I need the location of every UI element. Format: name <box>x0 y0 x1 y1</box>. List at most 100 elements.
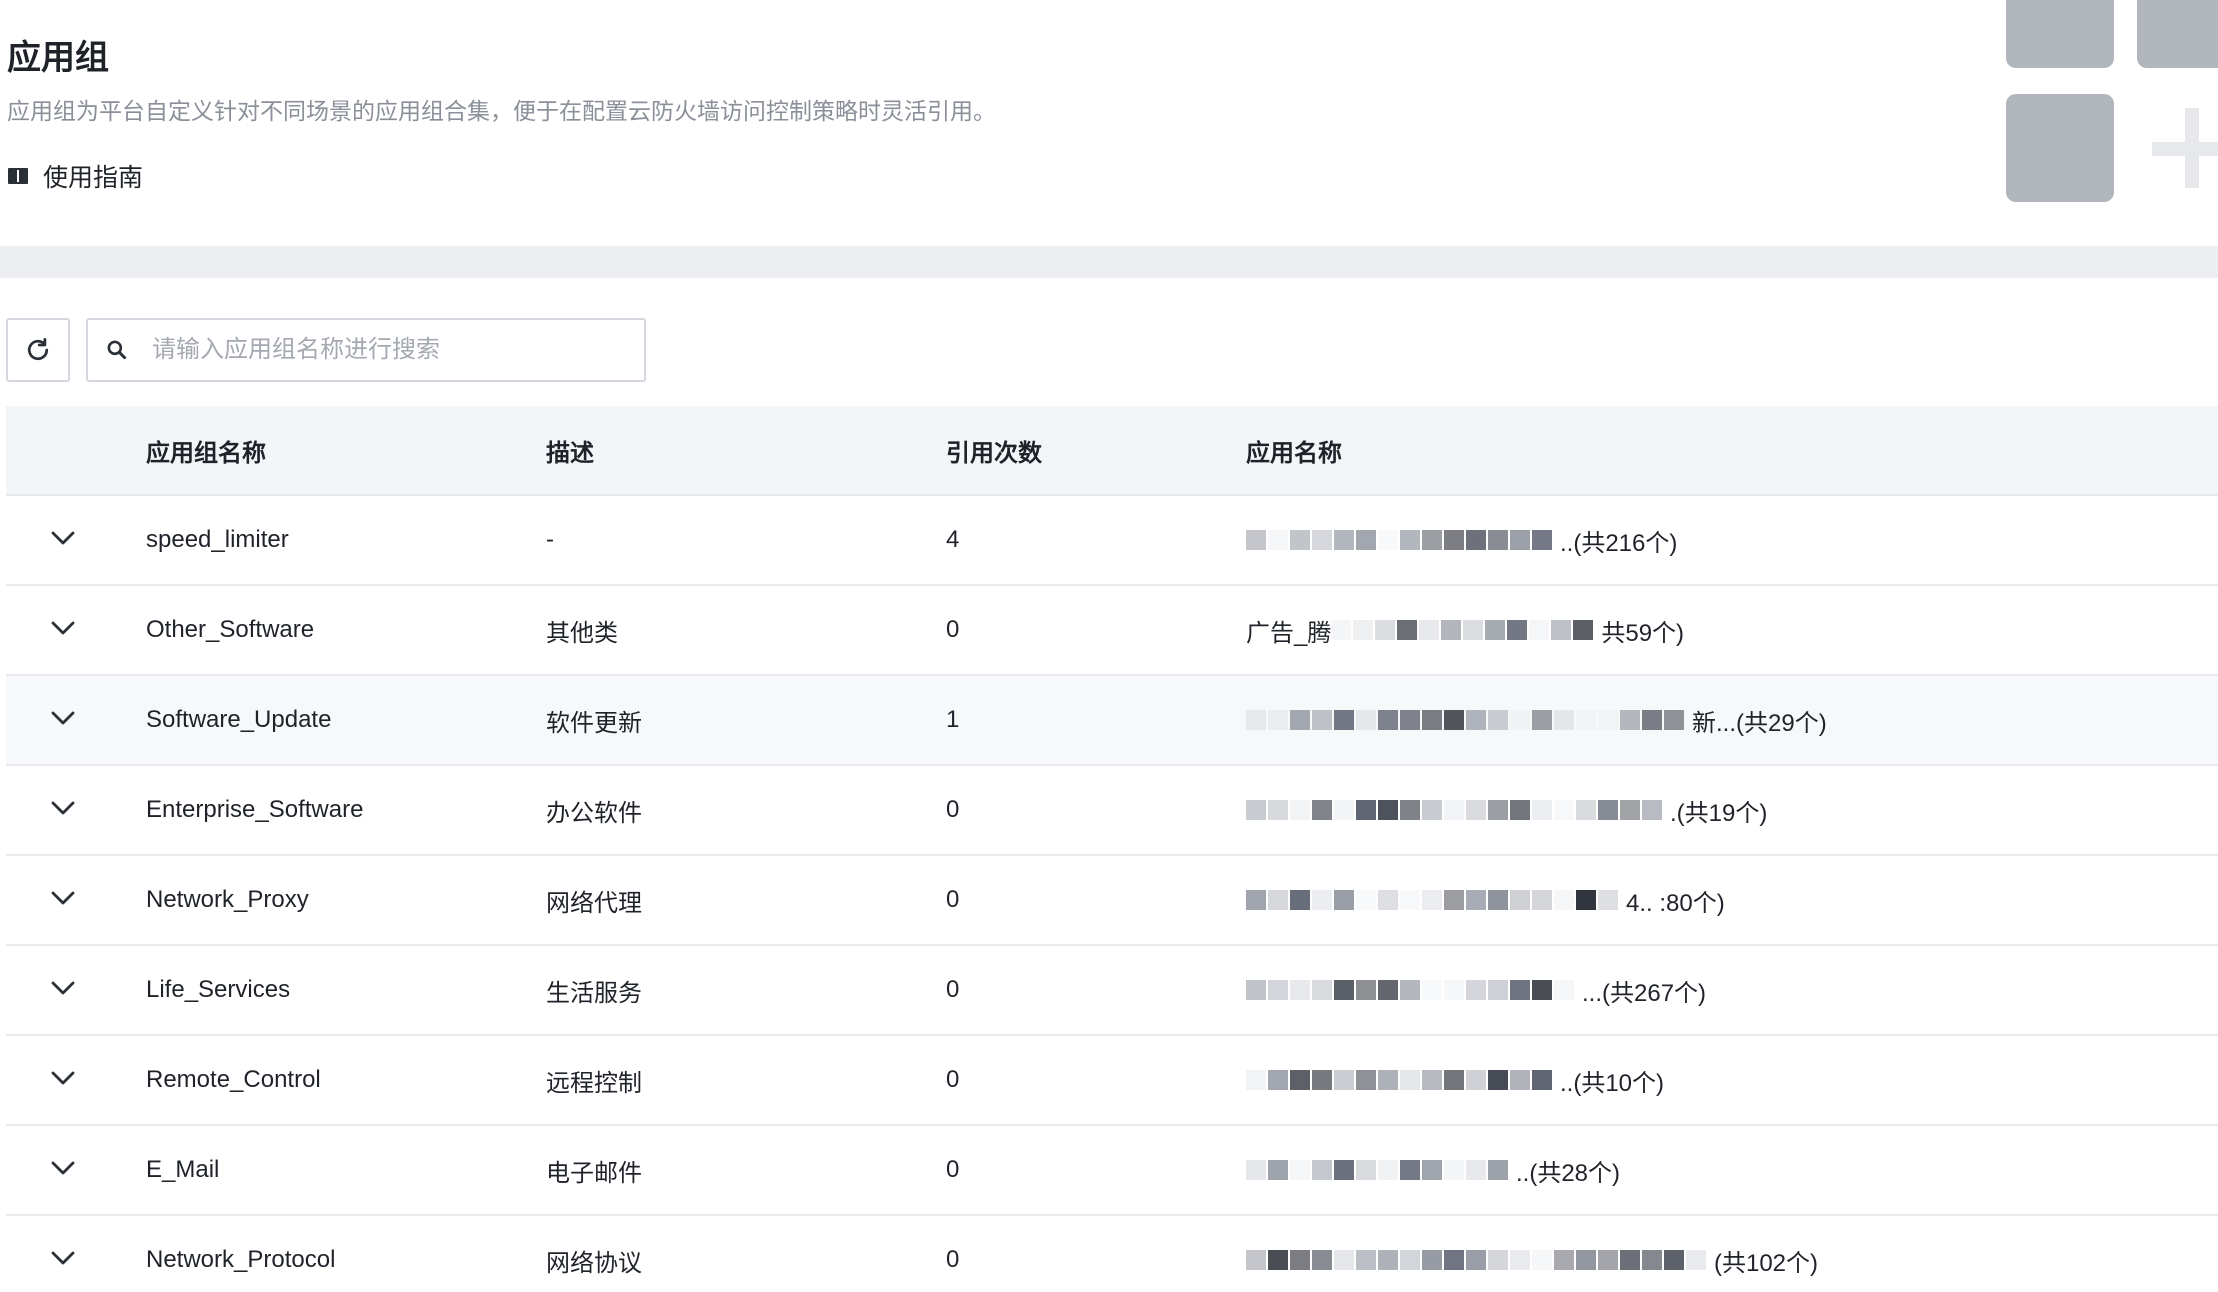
redacted-app-list <box>1246 527 1554 553</box>
expand-cell <box>6 1070 146 1091</box>
app-names-cell: .(共19个) <box>1246 793 2218 828</box>
expand-cell <box>6 530 146 551</box>
redaction-block <box>1419 620 1440 640</box>
redaction-block <box>1510 800 1530 820</box>
redaction-block <box>1488 890 1508 910</box>
redaction-block <box>1400 800 1420 820</box>
reference-count-cell: 4 <box>946 526 960 553</box>
redaction-block <box>1312 530 1332 550</box>
table-row[interactable]: Network_Proxy 网络代理 0 4.. :80个) <box>6 856 2218 946</box>
expand-cell <box>6 710 146 731</box>
column-header-reference-count[interactable]: 引用次数 <box>946 433 1246 468</box>
reference-count-cell: 0 <box>946 1066 960 1093</box>
redaction-block <box>1378 530 1398 550</box>
redaction-block <box>1510 1070 1530 1090</box>
redaction-block <box>1290 1250 1310 1270</box>
description-cell: - <box>546 526 554 553</box>
redaction-block <box>1576 1250 1596 1270</box>
table-row[interactable]: speed_limiter - 4 ..(共216个) <box>6 496 2218 586</box>
redaction-block <box>1312 1070 1332 1090</box>
redaction-block <box>1356 890 1376 910</box>
redaction-block <box>1334 710 1354 730</box>
reference-count-cell: 0 <box>946 1156 960 1183</box>
description-cell: 生活服务 <box>546 979 642 1007</box>
redaction-block <box>1529 620 1550 640</box>
table-header: 应用组名称 描述 引用次数 应用名称 <box>6 406 2218 496</box>
redaction-block <box>1268 800 1288 820</box>
redaction-block <box>1268 890 1288 910</box>
redaction-block <box>1664 1250 1684 1270</box>
redaction-block <box>1488 980 1508 1000</box>
expand-cell <box>6 1250 146 1271</box>
redaction-block <box>1510 710 1530 730</box>
redaction-block <box>1400 1160 1420 1180</box>
group-name-cell: E_Mail <box>146 1156 220 1183</box>
column-header-name[interactable]: 应用组名称 <box>146 433 546 468</box>
redaction-block <box>1422 1070 1442 1090</box>
refresh-button[interactable] <box>6 318 70 382</box>
redaction-block <box>1488 530 1508 550</box>
reference-count-cell: 0 <box>946 976 960 1003</box>
redaction-block <box>1356 530 1376 550</box>
group-name-cell: Enterprise_Software <box>146 796 364 823</box>
redaction-block <box>1356 1070 1376 1090</box>
group-name-cell: Other_Software <box>146 616 315 643</box>
chevron-down-icon[interactable] <box>50 1070 76 1086</box>
app-count: ..(共28个) <box>1516 1159 1621 1187</box>
table-row[interactable]: Life_Services 生活服务 0 ...(共267个) <box>6 946 2218 1036</box>
redaction-block <box>1290 1160 1310 1180</box>
chevron-down-icon[interactable] <box>50 710 76 726</box>
redaction-block <box>1463 620 1484 640</box>
app-count: 新...(共29个) <box>1692 709 1827 737</box>
redaction-block <box>1576 710 1596 730</box>
redaction-block <box>1485 620 1506 640</box>
search-icon <box>107 340 127 360</box>
redaction-block <box>1444 1160 1464 1180</box>
table-row[interactable]: Remote_Control 远程控制 0 ..(共10个) <box>6 1036 2218 1126</box>
description-cell: 网络代理 <box>546 889 642 917</box>
redaction-block <box>1400 1250 1420 1270</box>
header-decoration <box>2000 0 2218 210</box>
redaction-block <box>1375 620 1396 640</box>
search-box[interactable] <box>86 318 646 382</box>
app-count: ..(共216个) <box>1560 529 1678 557</box>
redaction-block <box>1422 1160 1442 1180</box>
app-count: ..(共10个) <box>1560 1069 1665 1097</box>
redaction-block <box>1554 1250 1574 1270</box>
redaction-block <box>1620 1250 1640 1270</box>
redaction-block <box>1620 800 1640 820</box>
chevron-down-icon[interactable] <box>50 620 76 636</box>
redaction-block <box>1378 890 1398 910</box>
chevron-down-icon[interactable] <box>50 800 76 816</box>
search-input[interactable] <box>152 336 592 364</box>
redaction-block <box>1488 1160 1508 1180</box>
chevron-down-icon[interactable] <box>50 1160 76 1176</box>
app-names-cell: ..(共10个) <box>1246 1063 2218 1098</box>
description-cell: 软件更新 <box>546 709 642 737</box>
redaction-block <box>1268 1160 1288 1180</box>
usage-guide-link[interactable]: 使用指南 <box>7 158 143 194</box>
chevron-down-icon[interactable] <box>50 890 76 906</box>
table-row[interactable]: Network_Protocol 网络协议 0 (共102个) <box>6 1216 2218 1292</box>
column-header-description[interactable]: 描述 <box>546 433 946 468</box>
table-row[interactable]: Software_Update 软件更新 1 新...(共29个) <box>6 676 2218 766</box>
table-row[interactable]: Enterprise_Software 办公软件 0 .(共19个) <box>6 766 2218 856</box>
redaction-block <box>1246 710 1266 730</box>
chevron-down-icon[interactable] <box>50 980 76 996</box>
description-cell: 其他类 <box>546 619 618 647</box>
description-cell: 远程控制 <box>546 1069 642 1097</box>
page-title: 应用组 <box>7 39 109 77</box>
redaction-block <box>1444 980 1464 1000</box>
redaction-block <box>1312 980 1332 1000</box>
table-row[interactable]: Other_Software 其他类 0 广告_腾 共59个) <box>6 586 2218 676</box>
table-row[interactable]: E_Mail 电子邮件 0 ..(共28个) <box>6 1126 2218 1216</box>
redaction-block <box>1554 980 1574 1000</box>
column-header-app-names[interactable]: 应用名称 <box>1246 433 2218 468</box>
redaction-block <box>1554 800 1574 820</box>
chevron-down-icon[interactable] <box>50 1250 76 1266</box>
app-count: 4.. :80个) <box>1626 889 1725 917</box>
redaction-block <box>1507 620 1528 640</box>
reference-count-cell: 0 <box>946 886 960 913</box>
redaction-block <box>1554 890 1574 910</box>
chevron-down-icon[interactable] <box>50 530 76 546</box>
